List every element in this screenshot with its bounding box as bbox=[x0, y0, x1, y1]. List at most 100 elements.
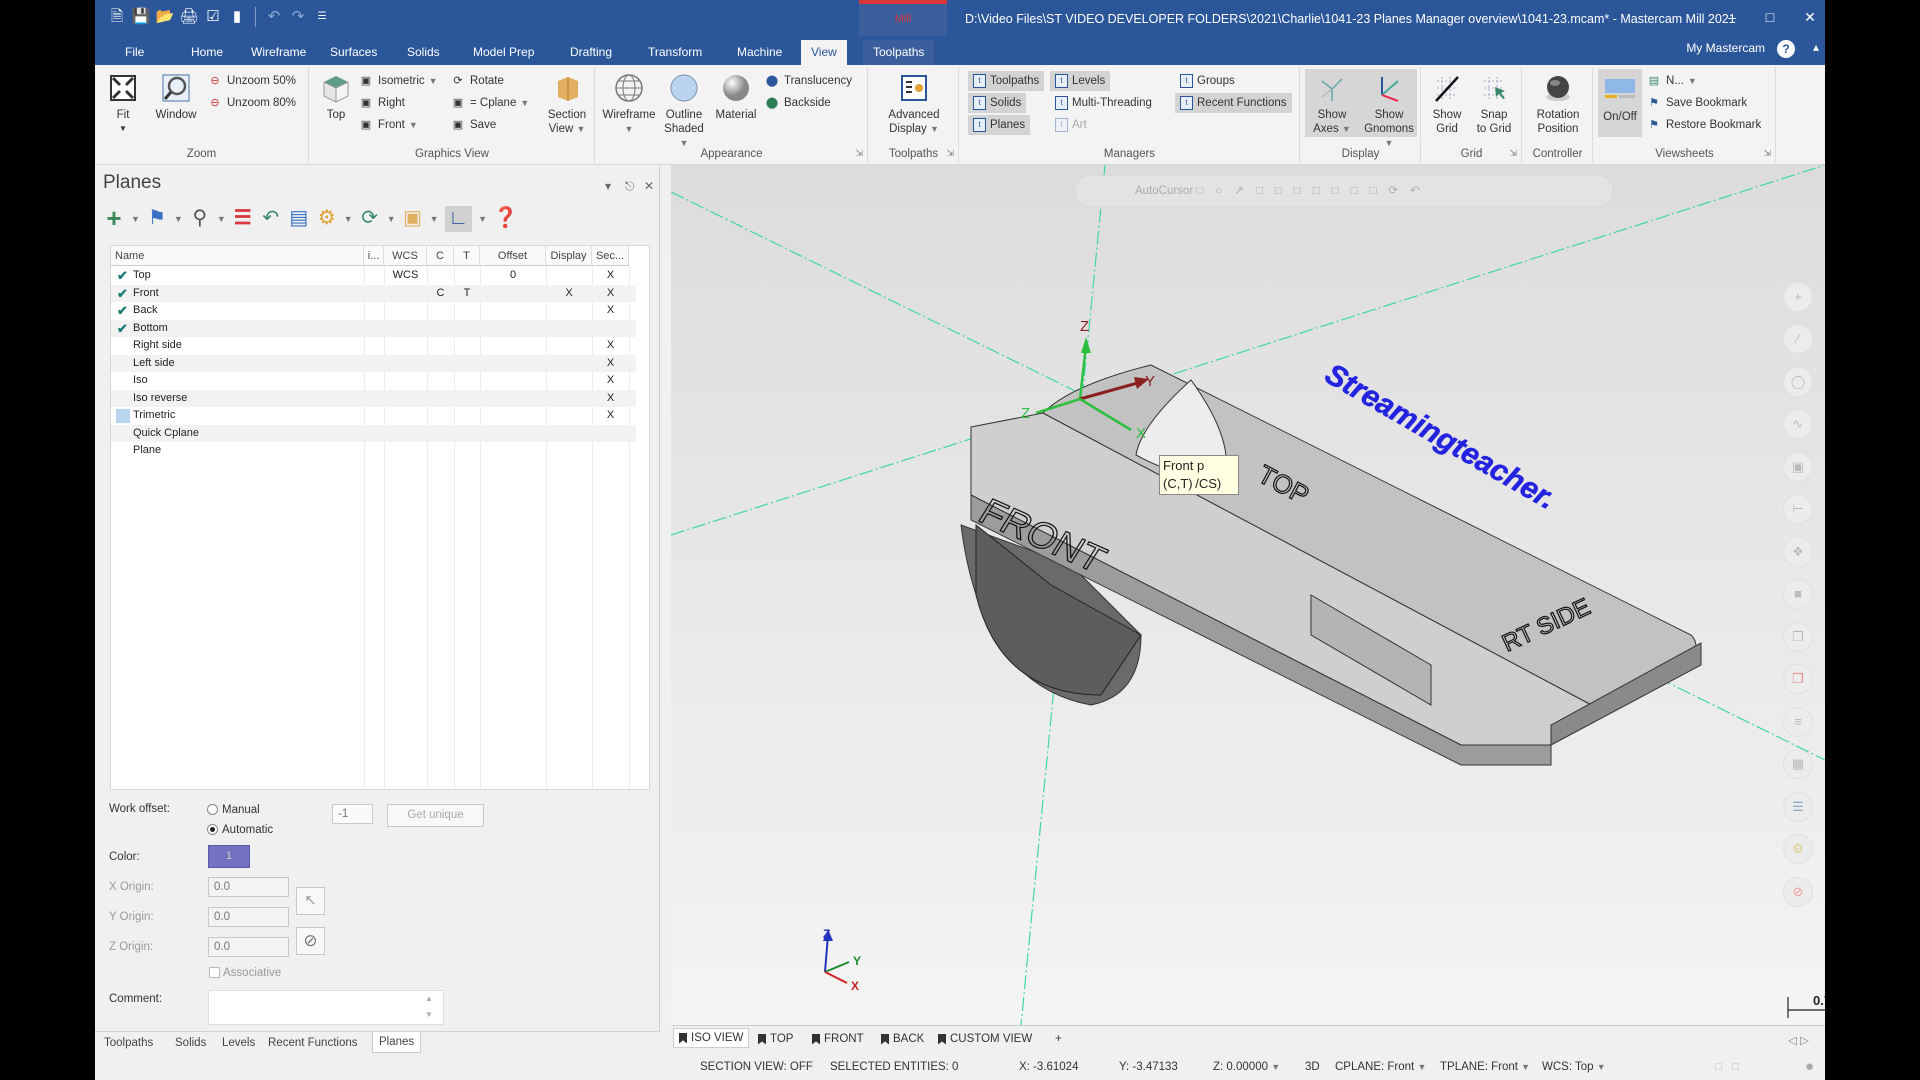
view-equals-cplane-button[interactable]: ▣ = Cplane ▼ bbox=[450, 93, 529, 113]
manual-radio[interactable]: Manual bbox=[207, 804, 260, 816]
column-header-wcs[interactable]: WCS bbox=[384, 246, 427, 266]
refresh-icon[interactable]: ⟳ bbox=[359, 206, 381, 232]
section-view-button[interactable]: Section View ▼ bbox=[542, 71, 592, 136]
z-depth-selector[interactable]: Z: 0.00000 ▼ bbox=[1213, 1061, 1280, 1073]
dropdown-icon[interactable]: ▼ bbox=[478, 214, 487, 224]
shaded-mode-icon[interactable]: ● bbox=[1805, 1058, 1814, 1075]
z-origin-input[interactable]: 0.0 bbox=[208, 937, 289, 957]
plane-row[interactable]: Left side X bbox=[111, 354, 636, 373]
multithreading-manager-toggle[interactable]: t Multi-Threading bbox=[1055, 93, 1152, 113]
plane-row[interactable]: Quick Cplane bbox=[111, 424, 636, 442]
color-tool-icon[interactable]: ❐ bbox=[1783, 664, 1813, 694]
view-tab-front[interactable]: FRONT bbox=[807, 1030, 869, 1048]
clear-tool-icon[interactable]: ⊘ bbox=[1783, 877, 1813, 907]
plane-cell-t[interactable]: T bbox=[454, 285, 480, 303]
settings-gear-icon[interactable]: ⚙ bbox=[316, 206, 338, 232]
dialog-launcher-icon[interactable]: ⇲ bbox=[1509, 148, 1517, 159]
redo-icon[interactable]: ↷ bbox=[288, 7, 308, 27]
gnomon-display-icon[interactable]: ∟ bbox=[444, 206, 473, 232]
transform-tool-icon[interactable]: ❖ bbox=[1783, 537, 1813, 567]
column-header-section[interactable]: Sec... bbox=[592, 246, 629, 266]
isometric-button[interactable]: ▣ Isometric ▼ bbox=[358, 71, 438, 91]
color-swatch-button[interactable]: 1 bbox=[208, 845, 250, 868]
tab-file[interactable]: File bbox=[115, 40, 154, 65]
view-tab-custom[interactable]: CUSTOM VIEW bbox=[933, 1030, 1037, 1048]
restore-bookmark-button[interactable]: ⚑ Restore Bookmark bbox=[1646, 115, 1761, 135]
create-plane-icon[interactable]: + bbox=[103, 205, 125, 232]
line-tool-icon[interactable]: ∕ bbox=[1783, 324, 1813, 354]
save-icon[interactable]: 💾 bbox=[131, 7, 151, 27]
unzoom-50-button[interactable]: ⊖ Unzoom 50% bbox=[207, 71, 296, 91]
automatic-radio[interactable]: Automatic bbox=[207, 824, 273, 836]
plane-row[interactable]: Right side X bbox=[111, 337, 636, 355]
dropdown-icon[interactable]: ▼ bbox=[217, 214, 226, 224]
properties-icon[interactable]: ▮ bbox=[227, 7, 247, 27]
y-origin-input[interactable]: 0.0 bbox=[208, 907, 289, 927]
solid-tool-icon[interactable]: ▣ bbox=[1783, 452, 1813, 482]
plane-cell-offset[interactable]: 0 bbox=[480, 267, 546, 285]
wcs-selector[interactable]: WCS: Top ▼ bbox=[1542, 1061, 1606, 1073]
cplane-selector[interactable]: CPLANE: Front ▼ bbox=[1335, 1061, 1426, 1073]
unzoom-80-button[interactable]: ⊖ Unzoom 80% bbox=[207, 93, 296, 113]
plane-row[interactable]: ✔ Bottom bbox=[111, 319, 636, 337]
tab-drafting[interactable]: Drafting bbox=[560, 40, 622, 65]
art-manager-toggle[interactable]: t Art bbox=[1055, 115, 1087, 135]
column-header-name[interactable]: Name bbox=[111, 246, 364, 266]
viewsheets-onoff-button[interactable]: On/Off bbox=[1598, 69, 1642, 137]
outline-shaded-button[interactable]: Outline Shaded ▼ bbox=[660, 71, 708, 150]
selection-tool-icons[interactable]: □○↗□□□□□□□⟳↶ bbox=[1196, 185, 1431, 197]
show-gnomons-button[interactable]: Show Gnomons ▼ bbox=[1359, 71, 1419, 150]
plane-cell-sec[interactable]: X bbox=[592, 407, 629, 425]
dropdown-icon[interactable]: ▼ bbox=[174, 214, 183, 224]
plane-row[interactable]: Iso reverse X bbox=[111, 389, 636, 408]
tab-model-prep[interactable]: Model Prep bbox=[463, 40, 544, 65]
tab-scroll-arrows[interactable]: ◁ ▷ bbox=[1783, 1030, 1814, 1050]
plane-cell-display[interactable]: X bbox=[546, 285, 592, 303]
tplane-selector[interactable]: TPLANE: Front ▼ bbox=[1440, 1061, 1530, 1073]
properties-sheet-icon[interactable]: ▤ bbox=[288, 206, 310, 232]
save-as-icon[interactable]: ☑ bbox=[203, 7, 223, 27]
box-icon[interactable]: ▣ bbox=[402, 206, 424, 232]
tab-wireframe[interactable]: Wireframe bbox=[241, 40, 316, 65]
circle-tool-icon[interactable]: ◯ bbox=[1783, 367, 1813, 397]
groups-manager-toggle[interactable]: t Groups bbox=[1180, 71, 1235, 91]
material-button[interactable]: Material bbox=[712, 71, 760, 122]
layer-tool-icon[interactable]: ❐ bbox=[1783, 622, 1813, 652]
top-view-button[interactable]: Top bbox=[316, 71, 356, 122]
dialog-launcher-icon[interactable]: ⇲ bbox=[1763, 148, 1771, 159]
tab-toolpaths[interactable]: Toolpaths bbox=[863, 40, 935, 65]
panel-menu-icon[interactable]: ▾ bbox=[605, 179, 611, 193]
dropdown-icon[interactable]: ▼ bbox=[344, 214, 353, 224]
open-icon[interactable]: 📂 bbox=[155, 7, 175, 27]
surface-tool-icon[interactable]: ■ bbox=[1783, 579, 1813, 609]
manager-tab-recent-functions[interactable]: Recent Functions bbox=[262, 1035, 364, 1051]
tab-home[interactable]: Home bbox=[181, 40, 233, 65]
view-tab-iso[interactable]: ISO VIEW bbox=[673, 1028, 750, 1048]
tab-machine[interactable]: Machine bbox=[727, 40, 792, 65]
settings-tool-icon[interactable]: ⚙ bbox=[1783, 834, 1813, 864]
tab-transform[interactable]: Transform bbox=[638, 40, 712, 65]
column-header-i[interactable]: i... bbox=[364, 246, 384, 266]
dropdown-icon[interactable]: ▼ bbox=[387, 214, 396, 224]
plane-cell-sec[interactable]: X bbox=[592, 390, 629, 408]
print-icon[interactable]: 🖨 bbox=[179, 7, 199, 27]
plane-cell-sec[interactable]: X bbox=[592, 355, 629, 373]
fit-button[interactable]: Fit ▼ bbox=[103, 71, 143, 136]
spline-tool-icon[interactable]: ∿ bbox=[1783, 409, 1813, 439]
help-icon[interactable]: ? bbox=[1777, 40, 1795, 58]
add-view-tab-button[interactable]: + bbox=[1050, 1030, 1067, 1048]
front-view-button[interactable]: ▣ Front ▼ bbox=[358, 115, 418, 135]
minimize-button[interactable]: – bbox=[1717, 6, 1747, 28]
column-header-t[interactable]: T bbox=[454, 246, 480, 266]
flag-icon[interactable]: ⚑ bbox=[146, 206, 168, 232]
associative-checkbox[interactable]: Associative bbox=[209, 967, 281, 979]
toolpaths-manager-toggle[interactable]: t Toolpaths bbox=[968, 71, 1045, 91]
tab-surfaces[interactable]: Surfaces bbox=[320, 40, 387, 65]
plane-cell-sec[interactable]: X bbox=[592, 285, 629, 303]
search-icon[interactable]: ⚲ bbox=[189, 206, 211, 232]
plane-row[interactable]: ✔ Back X bbox=[111, 302, 636, 320]
save-bookmark-button[interactable]: ⚑ Save Bookmark bbox=[1646, 93, 1747, 113]
equals-icon[interactable]: ☰ bbox=[232, 206, 254, 232]
get-unique-button[interactable]: Get unique bbox=[387, 804, 484, 827]
graphics-viewport[interactable]: FRONT TOP RT SIDE Streamingteacher. Z Y … bbox=[671, 165, 1825, 1025]
